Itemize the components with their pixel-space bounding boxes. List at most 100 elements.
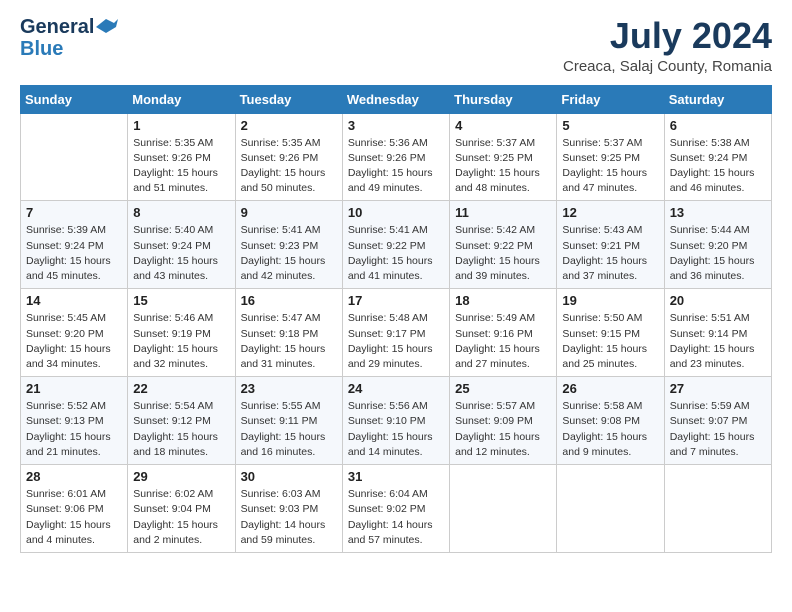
week-row-2: 7 Sunrise: 5:39 AMSunset: 9:24 PMDaylight…: [21, 201, 772, 289]
day-number: 6: [670, 118, 766, 133]
calendar-cell: 27 Sunrise: 5:59 AMSunset: 9:07 PMDayligh…: [664, 377, 771, 465]
day-number: 1: [133, 118, 229, 133]
day-info: Sunrise: 5:47 AMSunset: 9:18 PMDaylight:…: [241, 311, 337, 372]
calendar-cell: 4 Sunrise: 5:37 AMSunset: 9:25 PMDaylight…: [450, 113, 557, 201]
day-number: 28: [26, 469, 122, 484]
calendar-cell: 1 Sunrise: 5:35 AMSunset: 9:26 PMDaylight…: [128, 113, 235, 201]
day-number: 9: [241, 205, 337, 220]
logo-general: General: [20, 16, 94, 38]
calendar-cell: 5Sunrise: 5:37 AMSunset: 9:25 PMDaylight…: [557, 113, 664, 201]
day-number: 7: [26, 205, 122, 220]
day-number: 4: [455, 118, 551, 133]
day-number: 11: [455, 205, 551, 220]
calendar-cell: 11Sunrise: 5:42 AMSunset: 9:22 PMDayligh…: [450, 201, 557, 289]
day-number: 19: [562, 293, 658, 308]
calendar-cell: 9 Sunrise: 5:41 AMSunset: 9:23 PMDaylight…: [235, 201, 342, 289]
column-header-sunday: Sunday: [21, 85, 128, 113]
day-info: Sunrise: 5:38 AMSunset: 9:24 PMDaylight:…: [670, 136, 766, 197]
calendar-cell: 19 Sunrise: 5:50 AMSunset: 9:15 PMDayligh…: [557, 289, 664, 377]
logo: General Blue: [20, 16, 118, 60]
page-header: General Blue July 2024 Creaca, Salaj Cou…: [20, 16, 772, 75]
day-info: Sunrise: 5:43 AMSunset: 9:21 PMDaylight:…: [562, 223, 658, 284]
location: Creaca, Salaj County, Romania: [563, 58, 772, 75]
calendar-cell: 31 Sunrise: 6:04 AMSunset: 9:02 PMDayligh…: [342, 465, 449, 553]
day-number: 16: [241, 293, 337, 308]
day-info: Sunrise: 5:44 AMSunset: 9:20 PMDaylight:…: [670, 223, 766, 284]
day-number: 12: [562, 205, 658, 220]
day-number: 13: [670, 205, 766, 220]
calendar-cell: 3 Sunrise: 5:36 AMSunset: 9:26 PMDaylight…: [342, 113, 449, 201]
day-info: Sunrise: 5:52 AMSunset: 9:13 PMDaylight:…: [26, 399, 122, 460]
calendar-cell: 8Sunrise: 5:40 AMSunset: 9:24 PMDaylight…: [128, 201, 235, 289]
day-info: Sunrise: 5:39 AMSunset: 9:24 PMDaylight:…: [26, 223, 122, 284]
column-header-saturday: Saturday: [664, 85, 771, 113]
week-row-1: 1 Sunrise: 5:35 AMSunset: 9:26 PMDaylight…: [21, 113, 772, 201]
calendar-cell: [557, 465, 664, 553]
column-header-wednesday: Wednesday: [342, 85, 449, 113]
day-info: Sunrise: 5:59 AMSunset: 9:07 PMDaylight:…: [670, 399, 766, 460]
column-header-tuesday: Tuesday: [235, 85, 342, 113]
day-number: 2: [241, 118, 337, 133]
day-info: Sunrise: 5:36 AMSunset: 9:26 PMDaylight:…: [348, 136, 444, 197]
day-number: 29: [133, 469, 229, 484]
day-info: Sunrise: 5:37 AMSunset: 9:25 PMDaylight:…: [562, 136, 658, 197]
day-info: Sunrise: 6:01 AMSunset: 9:06 PMDaylight:…: [26, 487, 122, 548]
day-number: 25: [455, 381, 551, 396]
calendar-cell: 21Sunrise: 5:52 AMSunset: 9:13 PMDayligh…: [21, 377, 128, 465]
calendar-cell: 26 Sunrise: 5:58 AMSunset: 9:08 PMDayligh…: [557, 377, 664, 465]
day-number: 26: [562, 381, 658, 396]
calendar-cell: 17 Sunrise: 5:48 AMSunset: 9:17 PMDayligh…: [342, 289, 449, 377]
day-info: Sunrise: 5:37 AMSunset: 9:25 PMDaylight:…: [455, 136, 551, 197]
calendar-cell: 23 Sunrise: 5:55 AMSunset: 9:11 PMDayligh…: [235, 377, 342, 465]
calendar-cell: 28 Sunrise: 6:01 AMSunset: 9:06 PMDayligh…: [21, 465, 128, 553]
day-info: Sunrise: 5:41 AMSunset: 9:23 PMDaylight:…: [241, 223, 337, 284]
day-info: Sunrise: 6:04 AMSunset: 9:02 PMDaylight:…: [348, 487, 444, 548]
calendar-table: SundayMondayTuesdayWednesdayThursdayFrid…: [20, 85, 772, 553]
day-number: 18: [455, 293, 551, 308]
column-header-thursday: Thursday: [450, 85, 557, 113]
calendar-cell: 15 Sunrise: 5:46 AMSunset: 9:19 PMDayligh…: [128, 289, 235, 377]
day-number: 20: [670, 293, 766, 308]
day-info: Sunrise: 5:48 AMSunset: 9:17 PMDaylight:…: [348, 311, 444, 372]
day-number: 15: [133, 293, 229, 308]
day-number: 3: [348, 118, 444, 133]
day-number: 23: [241, 381, 337, 396]
day-info: Sunrise: 5:56 AMSunset: 9:10 PMDaylight:…: [348, 399, 444, 460]
day-info: Sunrise: 5:50 AMSunset: 9:15 PMDaylight:…: [562, 311, 658, 372]
day-info: Sunrise: 5:57 AMSunset: 9:09 PMDaylight:…: [455, 399, 551, 460]
calendar-cell: [21, 113, 128, 201]
calendar-cell: 13 Sunrise: 5:44 AMSunset: 9:20 PMDayligh…: [664, 201, 771, 289]
day-info: Sunrise: 5:58 AMSunset: 9:08 PMDaylight:…: [562, 399, 658, 460]
day-info: Sunrise: 5:55 AMSunset: 9:11 PMDaylight:…: [241, 399, 337, 460]
week-row-4: 21Sunrise: 5:52 AMSunset: 9:13 PMDayligh…: [21, 377, 772, 465]
calendar-cell: 20Sunrise: 5:51 AMSunset: 9:14 PMDayligh…: [664, 289, 771, 377]
day-info: Sunrise: 5:46 AMSunset: 9:19 PMDaylight:…: [133, 311, 229, 372]
column-header-monday: Monday: [128, 85, 235, 113]
day-number: 10: [348, 205, 444, 220]
calendar-cell: 25 Sunrise: 5:57 AMSunset: 9:09 PMDayligh…: [450, 377, 557, 465]
calendar-cell: 14 Sunrise: 5:45 AMSunset: 9:20 PMDayligh…: [21, 289, 128, 377]
day-info: Sunrise: 6:02 AMSunset: 9:04 PMDaylight:…: [133, 487, 229, 548]
calendar-cell: 6 Sunrise: 5:38 AMSunset: 9:24 PMDaylight…: [664, 113, 771, 201]
logo-text-block: General Blue: [20, 16, 118, 60]
logo-bird-icon: [96, 19, 118, 35]
day-number: 24: [348, 381, 444, 396]
calendar-cell: 7 Sunrise: 5:39 AMSunset: 9:24 PMDaylight…: [21, 201, 128, 289]
day-info: Sunrise: 5:45 AMSunset: 9:20 PMDaylight:…: [26, 311, 122, 372]
day-info: Sunrise: 5:35 AMSunset: 9:26 PMDaylight:…: [241, 136, 337, 197]
day-info: Sunrise: 5:54 AMSunset: 9:12 PMDaylight:…: [133, 399, 229, 460]
calendar-cell: 2 Sunrise: 5:35 AMSunset: 9:26 PMDaylight…: [235, 113, 342, 201]
calendar-cell: 12 Sunrise: 5:43 AMSunset: 9:21 PMDayligh…: [557, 201, 664, 289]
month-title: July 2024: [563, 16, 772, 56]
day-number: 30: [241, 469, 337, 484]
calendar-cell: 16 Sunrise: 5:47 AMSunset: 9:18 PMDayligh…: [235, 289, 342, 377]
day-info: Sunrise: 5:40 AMSunset: 9:24 PMDaylight:…: [133, 223, 229, 284]
week-row-3: 14 Sunrise: 5:45 AMSunset: 9:20 PMDayligh…: [21, 289, 772, 377]
day-info: Sunrise: 5:35 AMSunset: 9:26 PMDaylight:…: [133, 136, 229, 197]
calendar-header-row: SundayMondayTuesdayWednesdayThursdayFrid…: [21, 85, 772, 113]
day-number: 14: [26, 293, 122, 308]
day-number: 31: [348, 469, 444, 484]
day-number: 27: [670, 381, 766, 396]
week-row-5: 28 Sunrise: 6:01 AMSunset: 9:06 PMDayligh…: [21, 465, 772, 553]
day-number: 17: [348, 293, 444, 308]
